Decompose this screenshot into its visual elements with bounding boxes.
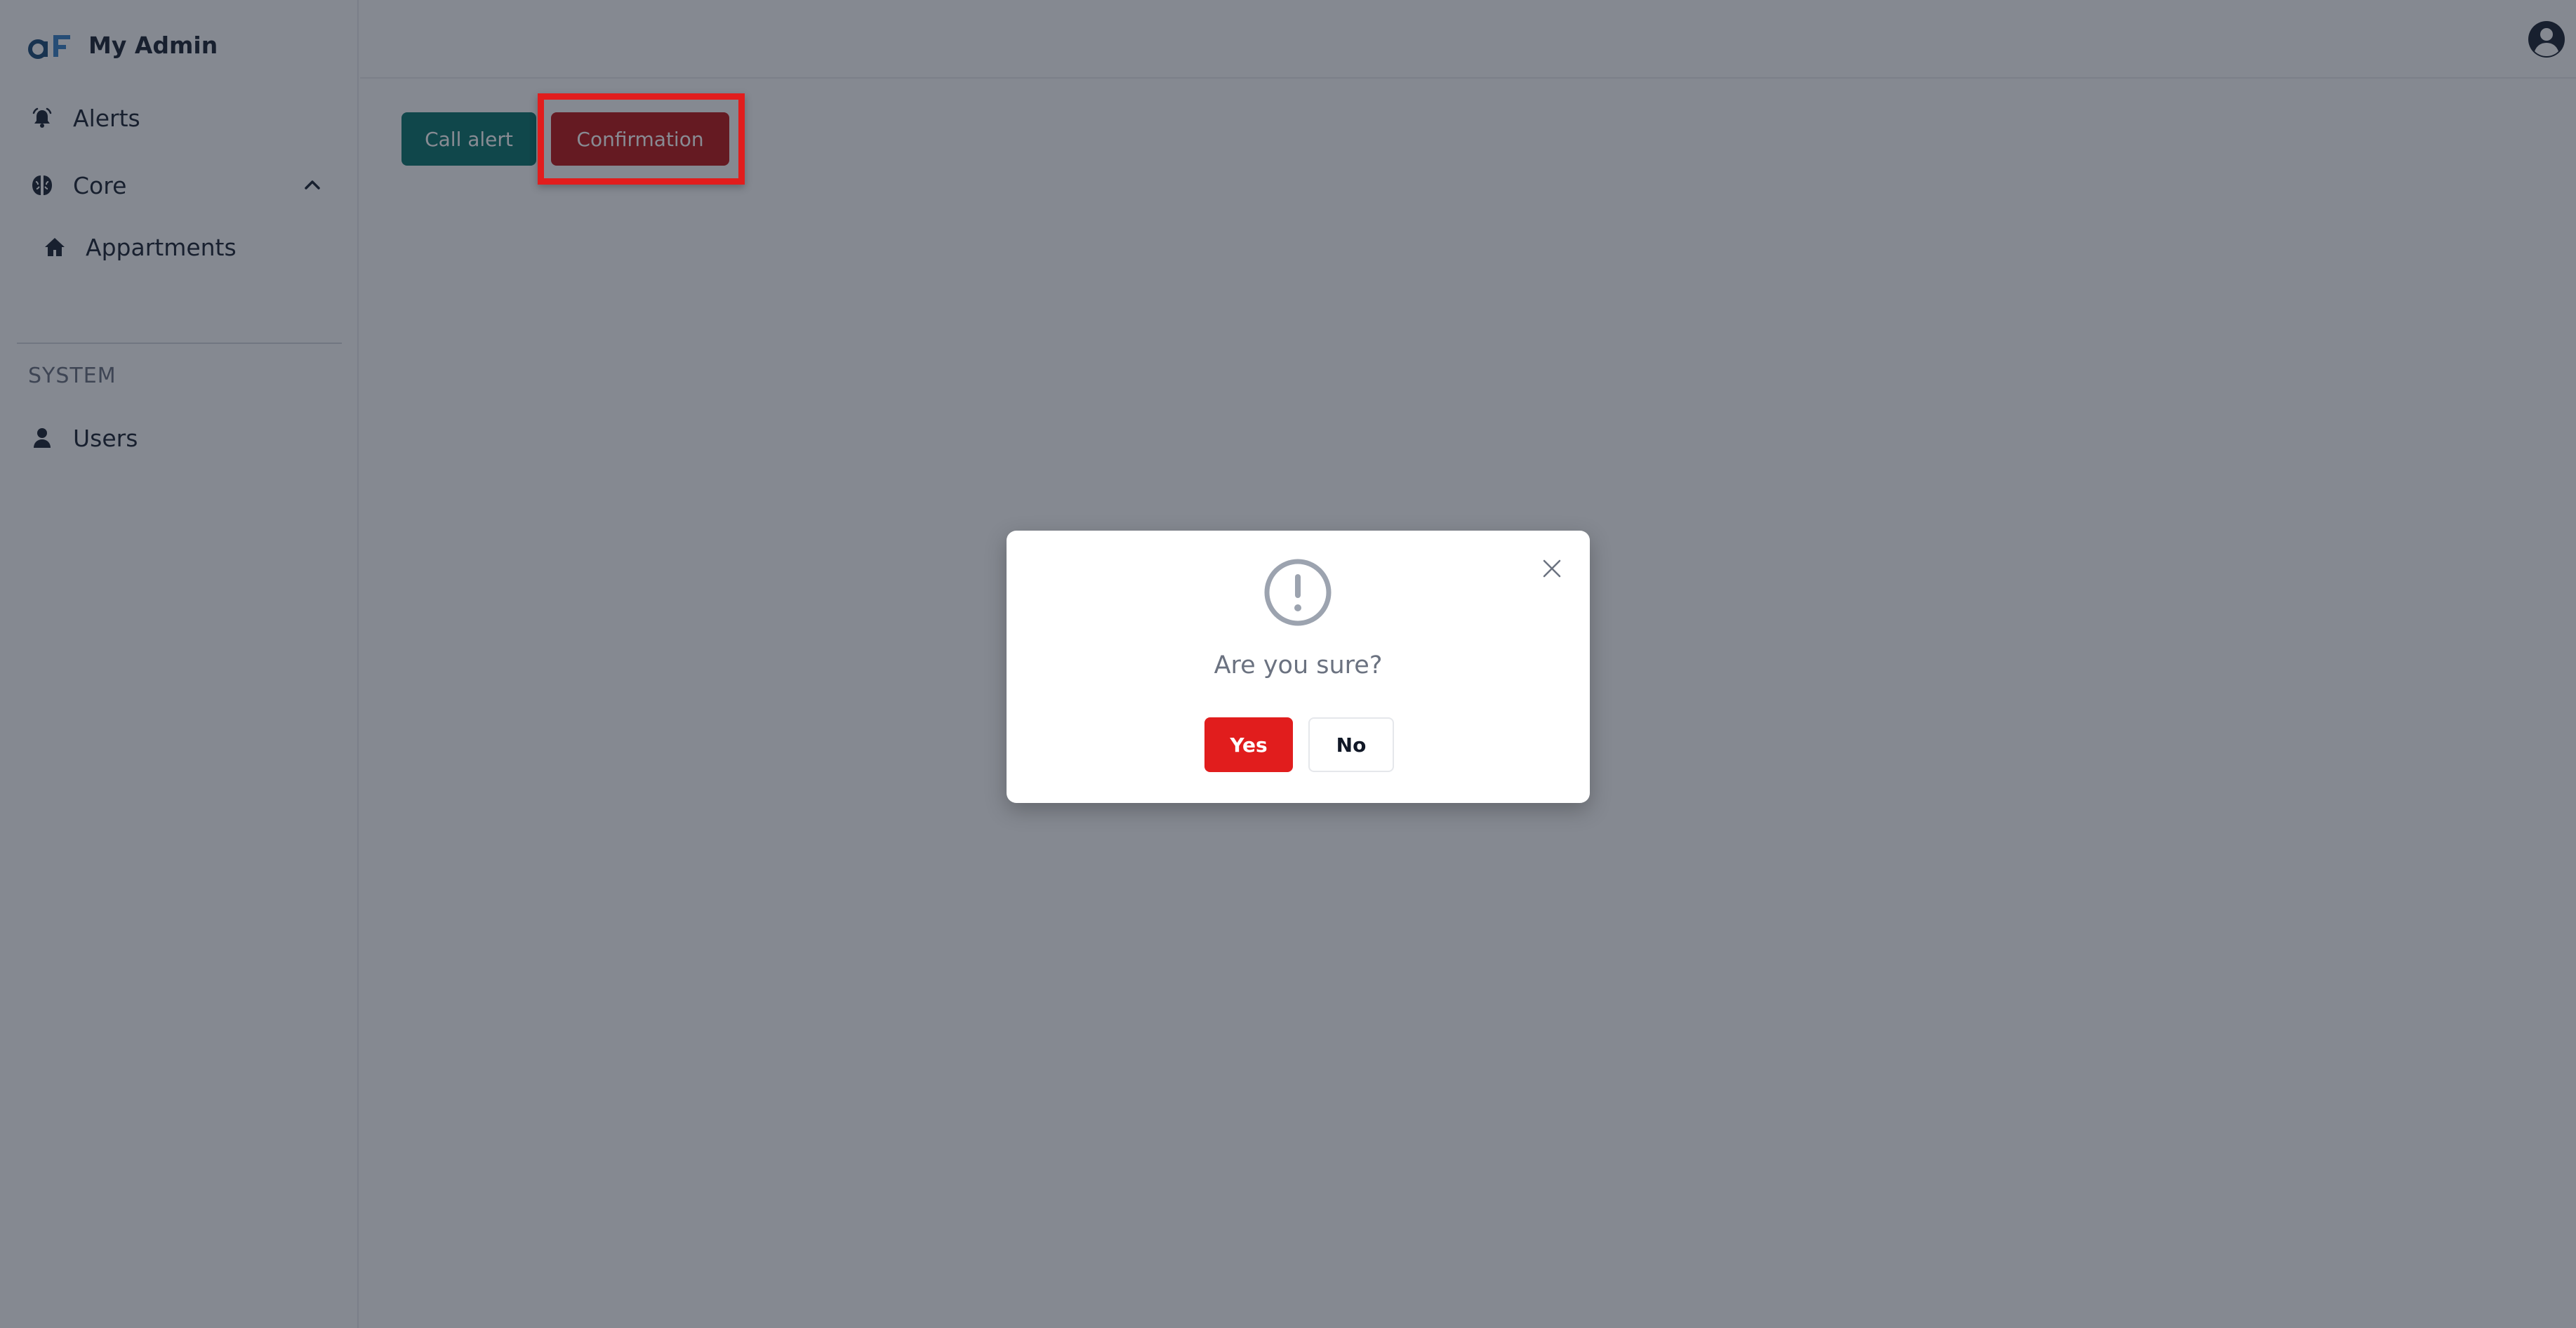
yes-button[interactable]: Yes bbox=[1204, 717, 1293, 772]
no-button[interactable]: No bbox=[1308, 717, 1394, 772]
app-root: My Admin Alerts bbox=[0, 0, 2576, 1328]
confirm-dialog: Are you sure? Yes No bbox=[1007, 531, 1590, 803]
dialog-message: Are you sure? bbox=[1214, 651, 1383, 679]
close-icon[interactable] bbox=[1539, 556, 1565, 581]
exclamation-circle-icon bbox=[1263, 557, 1333, 628]
